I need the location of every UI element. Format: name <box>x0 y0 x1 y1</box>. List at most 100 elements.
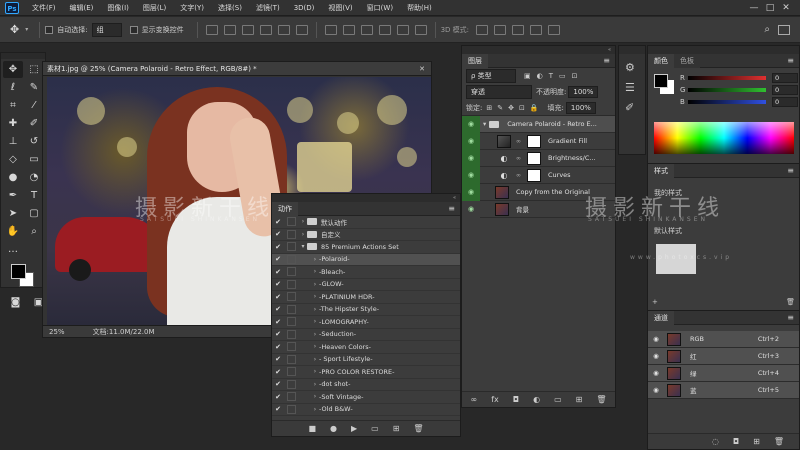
menu-image[interactable]: 图像(I) <box>100 0 136 16</box>
layer-mask-thumbnail[interactable] <box>527 134 541 148</box>
workspace-icon[interactable] <box>778 24 790 35</box>
zoom-level[interactable]: 25% <box>49 328 65 336</box>
action-dialog-toggle[interactable] <box>287 292 296 302</box>
layer-row[interactable]: ◉ ◐ ∞ Brightness/C... <box>462 149 615 167</box>
align-bottom-icon[interactable] <box>241 24 254 35</box>
eyedropper-tool-icon[interactable]: ⁄ <box>24 97 44 114</box>
visibility-eye-icon[interactable]: ◉ <box>648 352 664 360</box>
tab-channels[interactable]: 通道 <box>648 310 674 325</box>
action-row[interactable]: ✔ › -Heaven Colors- <box>272 341 460 354</box>
color-value-input[interactable]: 0 <box>772 73 798 83</box>
color-slider[interactable] <box>688 88 766 92</box>
distribute-right-icon[interactable] <box>414 24 427 35</box>
action-row[interactable]: ✔ › -The Hipster Style- <box>272 304 460 316</box>
action-toggle-check-icon[interactable]: ✔ <box>272 405 284 413</box>
drag-3d-icon[interactable] <box>512 24 525 35</box>
menu-edit[interactable]: 编辑(E) <box>63 0 101 16</box>
expand-right-icon[interactable]: › <box>311 306 319 313</box>
color-value-input[interactable]: 0 <box>772 85 798 95</box>
marquee-tool-icon[interactable]: ⬚ <box>24 61 44 78</box>
tool-preset-chevron-icon[interactable]: ▾ <box>25 26 28 33</box>
close-window-button[interactable]: ✕ <box>778 0 794 16</box>
action-dialog-toggle[interactable] <box>287 367 296 377</box>
action-toggle-check-icon[interactable]: ✔ <box>272 343 284 351</box>
auto-select-checkbox[interactable] <box>45 25 54 34</box>
action-row[interactable]: ✔ › - Sport Lifestyle- <box>272 354 460 366</box>
action-row[interactable]: ✔ › -Bleach- <box>272 266 460 279</box>
color-menu-icon[interactable]: ≡ <box>787 56 794 65</box>
layer-kind-filter[interactable]: ρ 类型 <box>466 69 516 83</box>
move-tool-icon[interactable]: ✥ <box>10 23 19 36</box>
quick-select-tool-icon[interactable]: ✎ <box>24 79 44 96</box>
action-dialog-toggle[interactable] <box>287 229 296 239</box>
menu-3d[interactable]: 3D(D) <box>287 0 322 16</box>
expand-right-icon[interactable]: › <box>311 393 319 400</box>
align-top-icon[interactable] <box>205 24 218 35</box>
brush-settings-icon[interactable]: ✐ <box>625 98 639 118</box>
channels-menu-icon[interactable]: ≡ <box>787 313 794 322</box>
align-hcenter-icon[interactable] <box>277 24 290 35</box>
expand-right-icon[interactable]: › <box>311 268 319 275</box>
menu-help[interactable]: 帮助(H) <box>400 0 439 16</box>
actions-menu-icon[interactable]: ≡ <box>448 204 455 213</box>
channel-row[interactable]: ◉ RGB Ctrl+2 <box>648 331 799 348</box>
distribute-vcenter-icon[interactable] <box>342 24 355 35</box>
roll-3d-icon[interactable] <box>494 24 507 35</box>
rotate-3d-icon[interactable] <box>476 24 489 35</box>
document-tab[interactable]: 素材1.jpg @ 25% (Camera Polaroid - Retro E… <box>43 62 431 76</box>
expand-right-icon[interactable]: › <box>311 368 319 375</box>
distribute-top-icon[interactable] <box>324 24 337 35</box>
new-set-icon[interactable]: ▭ <box>371 424 379 433</box>
scale-3d-icon[interactable] <box>548 24 561 35</box>
action-toggle-check-icon[interactable]: ✔ <box>272 230 284 238</box>
expand-right-icon[interactable]: › <box>311 356 319 363</box>
action-row[interactable]: ✔ › -Old B&W- <box>272 404 460 416</box>
action-toggle-check-icon[interactable]: ✔ <box>272 293 284 301</box>
gradient-fill-thumbnail[interactable] <box>497 134 511 148</box>
layer-row[interactable]: ◉ ▾ Camera Polaroid - Retro E... <box>462 115 615 133</box>
expand-right-icon[interactable]: › <box>311 381 319 388</box>
layer-style-icon[interactable]: fx <box>491 395 499 404</box>
opacity-input[interactable]: 100% <box>568 86 599 98</box>
menu-type[interactable]: 文字(Y) <box>173 0 211 16</box>
distribute-bottom-icon[interactable] <box>360 24 373 35</box>
layer-row[interactable]: ◉ ◐ ∞ Curves <box>462 166 615 184</box>
color-value-input[interactable]: 0 <box>772 97 798 107</box>
layer-thumbnail[interactable] <box>495 185 509 199</box>
menu-window[interactable]: 窗口(W) <box>360 0 400 16</box>
mask-link-icon[interactable]: ∞ <box>516 138 522 145</box>
record-icon[interactable]: ● <box>330 424 337 433</box>
action-dialog-toggle[interactable] <box>287 317 296 327</box>
action-row[interactable]: ✔ › -PLATINIUM HDR- <box>272 291 460 304</box>
stop-recording-icon[interactable]: ■ <box>308 424 316 433</box>
adjustment-icon[interactable]: ◐ <box>497 151 511 165</box>
dodge-tool-icon[interactable]: ◔ <box>24 169 44 186</box>
action-dialog-toggle[interactable] <box>287 242 296 252</box>
action-toggle-check-icon[interactable]: ✔ <box>272 268 284 276</box>
action-dialog-toggle[interactable] <box>287 404 296 414</box>
action-toggle-check-icon[interactable]: ✔ <box>272 380 284 388</box>
expand-right-icon[interactable]: › <box>311 256 319 263</box>
align-right-icon[interactable] <box>295 24 308 35</box>
action-dialog-toggle[interactable] <box>287 392 296 402</box>
maximize-button[interactable]: □ <box>762 0 778 16</box>
minimize-button[interactable]: — <box>746 0 762 16</box>
fill-input[interactable]: 100% <box>565 101 596 114</box>
expand-right-icon[interactable]: › <box>311 318 319 325</box>
history-panel-icon[interactable]: ⚙ <box>625 58 639 78</box>
color-slider[interactable] <box>688 76 766 80</box>
play-icon[interactable]: ▶ <box>351 424 357 433</box>
expand-right-icon[interactable]: › <box>311 293 319 300</box>
action-row[interactable]: ✔ › -Seduction- <box>272 329 460 341</box>
expand-right-icon[interactable]: › <box>299 231 307 238</box>
action-dialog-toggle[interactable] <box>287 304 296 314</box>
expand-right-icon[interactable]: › <box>299 218 307 225</box>
action-toggle-check-icon[interactable]: ✔ <box>272 255 284 263</box>
action-row[interactable]: ✔ › -Polaroid- <box>272 253 460 266</box>
action-toggle-check-icon[interactable]: ✔ <box>272 330 284 338</box>
layers-menu-icon[interactable]: ≡ <box>603 56 610 65</box>
action-row[interactable]: ✔ › 自定义 <box>272 229 460 241</box>
healing-tool-icon[interactable]: ✚ <box>3 115 23 132</box>
action-dialog-toggle[interactable] <box>287 217 296 227</box>
action-row[interactable]: ✔ › -LOMOGRAPHY- <box>272 316 460 329</box>
